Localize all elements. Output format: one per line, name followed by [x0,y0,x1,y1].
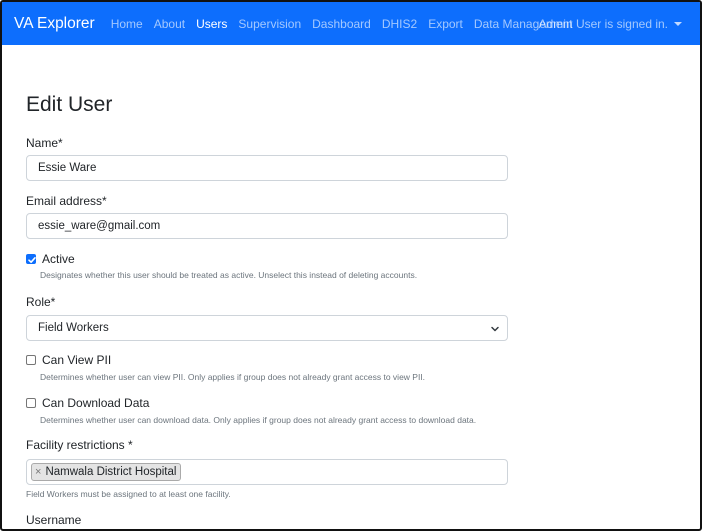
role-label: Role* [26,295,56,309]
can-download-checkbox[interactable] [26,398,36,408]
active-checkbox[interactable] [26,254,36,264]
navbar: VA Explorer Home About Users Supervision… [2,2,700,45]
facility-help-text: Field Workers must be assigned to at lea… [26,489,231,499]
facility-multiselect[interactable]: × Namwala District Hospital [26,459,508,485]
user-menu-dropdown[interactable]: Admin User is signed in. [539,2,682,45]
main-nav: Home About Users Supervision Dashboard D… [111,17,584,31]
page-title: Edit User [26,93,113,116]
app-window: VA Explorer Home About Users Supervision… [0,0,702,531]
caret-down-icon [674,21,682,26]
can-view-pii-help-text: Determines whether user can view PII. On… [40,372,426,382]
nav-home[interactable]: Home [111,17,143,31]
checkmark-icon [28,257,36,263]
can-view-pii-label: Can View PII [42,353,112,367]
active-checkbox-row: Active [26,252,75,266]
can-view-pii-row: Can View PII [26,353,111,367]
active-help-text: Designates whether this user should be t… [40,270,418,280]
facility-tag-label: Namwala District Hospital [45,466,177,478]
nav-users[interactable]: Users [196,17,227,31]
can-view-pii-checkbox[interactable] [26,355,36,365]
nav-about[interactable]: About [154,17,185,31]
brand-logo-text[interactable]: VA Explorer [14,15,95,33]
facility-tag: × Namwala District Hospital [31,463,182,481]
nav-dashboard[interactable]: Dashboard [312,17,371,31]
name-label: Name* [26,136,63,150]
email-input[interactable] [26,213,508,239]
name-input[interactable] [26,155,508,181]
user-status-text: Admin User is signed in. [538,16,668,31]
can-download-label: Can Download Data [42,396,150,410]
username-label: Username [26,513,82,527]
nav-supervision[interactable]: Supervision [238,17,301,31]
can-download-help-text: Determines whether user can download dat… [40,415,477,425]
chevron-down-icon [491,326,499,332]
active-label: Active [42,252,75,266]
nav-export[interactable]: Export [428,17,463,31]
role-select[interactable]: Field Workers [26,315,508,341]
facility-label: Facility restrictions * [26,438,133,452]
can-download-row: Can Download Data [26,396,149,410]
role-selected-value: Field Workers [38,322,109,334]
remove-tag-icon[interactable]: × [35,466,41,478]
email-label: Email address* [26,194,107,208]
nav-dhis2[interactable]: DHIS2 [382,17,417,31]
